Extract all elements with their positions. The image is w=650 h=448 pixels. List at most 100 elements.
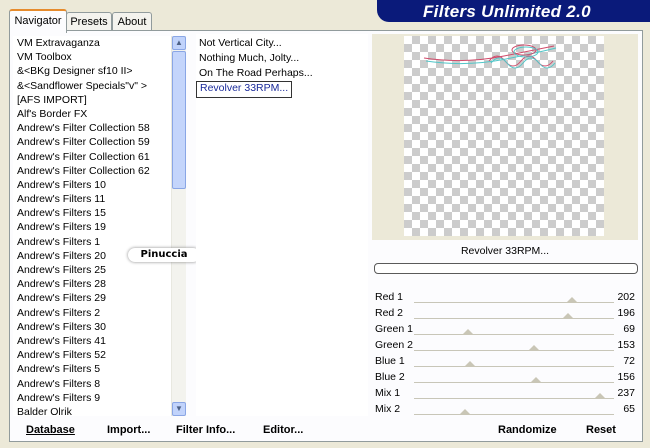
category-item[interactable]: Andrew's Filters 5 bbox=[13, 362, 171, 376]
category-item[interactable]: Andrew's Filter Collection 58 bbox=[13, 121, 171, 135]
filter-item[interactable]: Nothing Much, Jolty... bbox=[196, 51, 368, 66]
tab-presets[interactable]: Presets bbox=[66, 12, 112, 31]
category-item[interactable]: Andrew's Filter Collection 62 bbox=[13, 164, 171, 178]
slider-thumb[interactable] bbox=[464, 361, 477, 367]
slider-label: Red 1 bbox=[375, 291, 404, 303]
filter-item-selected[interactable]: Revolver 33RPM... bbox=[196, 81, 293, 98]
progress-bar bbox=[374, 263, 638, 274]
watermark-logo: Pinuccia bbox=[128, 248, 200, 262]
category-item[interactable]: Alf's Border FX bbox=[13, 107, 171, 121]
category-item[interactable]: Andrew's Filters 52 bbox=[13, 348, 171, 362]
filter-list[interactable]: Not Vertical City... Nothing Much, Jolty.… bbox=[196, 34, 368, 416]
slider-track[interactable] bbox=[414, 302, 614, 303]
category-item[interactable]: VM Extravaganza bbox=[13, 36, 171, 50]
slider-red-1[interactable]: Red 1 202 bbox=[372, 290, 638, 306]
preview-pane bbox=[372, 34, 638, 240]
category-item[interactable]: VM Toolbox bbox=[13, 50, 171, 64]
slider-label: Green 1 bbox=[375, 323, 413, 335]
category-item[interactable]: Andrew's Filters 19 bbox=[13, 220, 171, 234]
category-item[interactable]: Andrew's Filter Collection 59 bbox=[13, 135, 171, 149]
slider-track[interactable] bbox=[414, 366, 614, 367]
slider-thumb[interactable] bbox=[458, 409, 471, 415]
category-item[interactable]: Andrew's Filters 11 bbox=[13, 192, 171, 206]
tab-about-label: About bbox=[117, 16, 147, 28]
category-item[interactable]: Andrew's Filters 10 bbox=[13, 178, 171, 192]
reset-button[interactable]: Reset bbox=[586, 424, 616, 436]
slider-label: Red 2 bbox=[375, 307, 404, 319]
slider-mix-2[interactable]: Mix 2 65 bbox=[372, 402, 638, 418]
slider-label: Green 2 bbox=[375, 339, 413, 351]
slider-mix-1[interactable]: Mix 1 237 bbox=[372, 386, 638, 402]
current-filter-name: Revolver 33RPM... bbox=[372, 243, 638, 259]
editor-button[interactable]: Editor... bbox=[263, 424, 303, 436]
slider-blue-1[interactable]: Blue 1 72 bbox=[372, 354, 638, 370]
category-item[interactable]: &<BKg Designer sf10 II> bbox=[13, 64, 171, 78]
chevron-up-icon: ▲ bbox=[175, 38, 183, 47]
database-button[interactable]: Database bbox=[26, 424, 75, 436]
category-item[interactable]: Andrew's Filters 29 bbox=[13, 291, 171, 305]
slider-track[interactable] bbox=[414, 414, 614, 415]
category-item[interactable]: Andrew's Filters 2 bbox=[13, 306, 171, 320]
slider-green-1[interactable]: Green 1 69 bbox=[372, 322, 638, 338]
slider-track[interactable] bbox=[414, 334, 614, 335]
preview-effect-graphic bbox=[423, 44, 557, 69]
import-button-label: Import... bbox=[107, 424, 151, 436]
scroll-down-button[interactable]: ▼ bbox=[172, 402, 186, 416]
slider-track[interactable] bbox=[414, 382, 614, 383]
scroll-up-button[interactable]: ▲ bbox=[172, 36, 186, 50]
app-title-text: Filters Unlimited 2.0 bbox=[423, 2, 591, 21]
slider-green-2[interactable]: Green 2 153 bbox=[372, 338, 638, 354]
slider-blue-2[interactable]: Blue 2 156 bbox=[372, 370, 638, 386]
watermark-text: Pinuccia bbox=[140, 249, 188, 260]
category-item[interactable]: Andrew's Filters 30 bbox=[13, 320, 171, 334]
tab-about[interactable]: About bbox=[112, 12, 152, 31]
category-scrollbar[interactable]: ▲ ▼ bbox=[171, 36, 186, 416]
slider-thumb[interactable] bbox=[593, 393, 606, 399]
tab-navigator-label: Navigator bbox=[14, 15, 62, 27]
filter-info-button-label: Filter Info... bbox=[176, 424, 236, 436]
slider-value: 72 bbox=[623, 355, 635, 367]
randomize-button[interactable]: Randomize bbox=[498, 424, 557, 436]
category-item[interactable]: Andrew's Filters 25 bbox=[13, 263, 171, 277]
slider-thumb[interactable] bbox=[566, 297, 579, 303]
slider-red-2[interactable]: Red 2 196 bbox=[372, 306, 638, 322]
editor-button-label: Editor... bbox=[263, 424, 304, 436]
slider-value: 65 bbox=[623, 403, 635, 415]
slider-thumb[interactable] bbox=[528, 345, 540, 351]
slider-value: 196 bbox=[617, 307, 635, 319]
filter-item[interactable]: Not Vertical City... bbox=[196, 36, 368, 51]
category-list[interactable]: VM Extravaganza VM Toolbox &<BKg Designer … bbox=[13, 36, 171, 416]
category-item[interactable]: [AFS IMPORT] bbox=[13, 93, 171, 107]
slider-thumb[interactable] bbox=[561, 313, 574, 319]
slider-value: 202 bbox=[617, 291, 635, 303]
slider-thumb[interactable] bbox=[462, 329, 475, 335]
database-button-label: Database bbox=[26, 424, 75, 436]
category-item[interactable]: &<Sandflower Specials"v" > bbox=[13, 79, 171, 93]
slider-thumb[interactable] bbox=[530, 377, 543, 383]
category-item[interactable]: Andrew's Filters 9 bbox=[13, 391, 171, 405]
slider-label: Blue 2 bbox=[375, 371, 405, 383]
reset-button-label: Reset bbox=[586, 424, 616, 436]
import-button[interactable]: Import... bbox=[107, 424, 150, 436]
category-item[interactable]: Andrew's Filters 8 bbox=[13, 377, 171, 391]
slider-track[interactable] bbox=[414, 350, 614, 351]
category-item[interactable]: Andrew's Filters 15 bbox=[13, 206, 171, 220]
slider-track[interactable] bbox=[414, 318, 614, 319]
category-items: VM Extravaganza VM Toolbox &<BKg Designer … bbox=[13, 36, 171, 416]
category-item[interactable]: Andrew's Filters 41 bbox=[13, 334, 171, 348]
current-filter-name-text: Revolver 33RPM... bbox=[460, 245, 550, 257]
slider-label: Mix 2 bbox=[375, 403, 401, 415]
scroll-thumb[interactable] bbox=[172, 51, 186, 189]
category-item[interactable]: Andrew's Filters 1 bbox=[13, 235, 171, 249]
slider-track[interactable] bbox=[414, 398, 614, 399]
tab-navigator[interactable]: Navigator bbox=[9, 9, 67, 33]
filter-item[interactable]: On The Road Perhaps... bbox=[196, 66, 368, 81]
slider-value: 237 bbox=[617, 387, 635, 399]
preview-image bbox=[404, 36, 604, 236]
category-item[interactable]: Andrew's Filters 28 bbox=[13, 277, 171, 291]
tab-presets-label: Presets bbox=[70, 16, 108, 28]
category-item[interactable]: Andrew's Filter Collection 61 bbox=[13, 150, 171, 164]
category-item[interactable]: Balder Olrik bbox=[13, 405, 171, 416]
filter-info-button[interactable]: Filter Info... bbox=[176, 424, 235, 436]
filter-items: Not Vertical City... Nothing Much, Jolty.… bbox=[196, 34, 368, 98]
